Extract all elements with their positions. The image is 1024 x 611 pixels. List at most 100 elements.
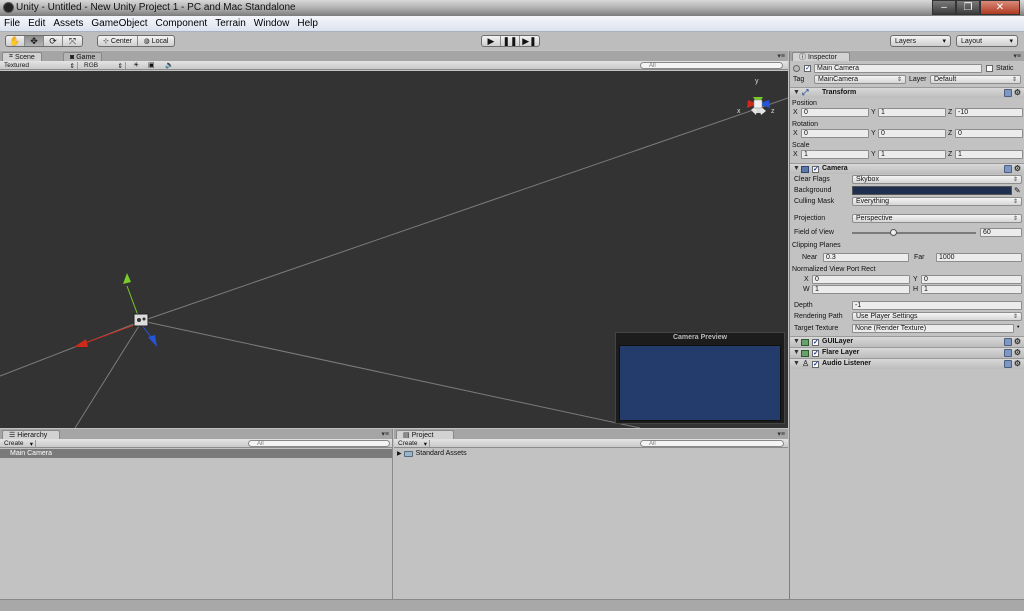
help-icon[interactable] [1003, 165, 1012, 173]
vp-x-field[interactable]: 0 [812, 275, 910, 284]
vp-w-field[interactable]: 1 [812, 285, 910, 294]
object-name-field[interactable]: Main Camera [814, 64, 982, 73]
rotation-y-field[interactable]: 0 [878, 129, 946, 138]
gear-icon[interactable]: ⚙ [1014, 349, 1021, 357]
expand-arrow-icon[interactable]: ▼ [793, 89, 800, 96]
menu-edit[interactable]: Edit [24, 18, 49, 29]
camera-enabled-checkbox[interactable]: ✓ [812, 166, 819, 173]
flare-layer-enabled-checkbox[interactable]: ✓ [812, 350, 819, 357]
scene-search-input[interactable]: All [640, 62, 783, 69]
draw-mode-dropdown[interactable]: Textured ⇕ [2, 62, 78, 70]
pivot-local-button[interactable]: ◍ Local [138, 36, 174, 46]
gear-icon[interactable]: ⚙ [1014, 89, 1021, 97]
expand-arrow-icon[interactable]: ▼ [793, 349, 800, 356]
eyedropper-icon[interactable]: ✎ [1014, 186, 1021, 195]
maximize-button[interactable]: ❐ [956, 0, 980, 15]
tab-scene[interactable]: ⌗ Scene [2, 52, 42, 61]
move-tool-button[interactable]: ✥ [25, 36, 44, 46]
scale-z-field[interactable]: 1 [955, 150, 1023, 159]
vp-y-field[interactable]: 0 [921, 275, 1022, 284]
position-x-field[interactable]: 0 [801, 108, 869, 117]
projection-dropdown[interactable]: Perspective [852, 214, 1022, 223]
close-button[interactable]: ✕ [980, 0, 1020, 15]
transform-component-header[interactable]: ▼ ⤢ Transform ⚙ [790, 87, 1024, 98]
gizmo-x-handle[interactable] [74, 339, 88, 347]
rotation-x-field[interactable]: 0 [801, 129, 869, 138]
pause-button[interactable]: ❚❚ [501, 36, 520, 46]
guilayer-enabled-checkbox[interactable]: ✓ [812, 339, 819, 346]
project-search-input[interactable]: All [640, 440, 784, 447]
fov-slider-track[interactable] [852, 232, 976, 234]
tab-game[interactable]: ◙ Game [63, 52, 103, 61]
object-picker-icon[interactable]: • [1017, 324, 1019, 331]
rendering-path-dropdown[interactable]: Use Player Settings [852, 312, 1022, 321]
gear-icon[interactable]: ⚙ [1014, 165, 1021, 173]
background-color-swatch[interactable] [852, 186, 1012, 195]
help-icon[interactable] [1003, 349, 1012, 357]
tab-inspector[interactable]: ⓘ Inspector [792, 52, 850, 61]
fov-field[interactable]: 60 [980, 228, 1022, 237]
hand-tool-button[interactable]: ✋ [6, 36, 25, 46]
project-create-dropdown[interactable]: Create ▾ [396, 440, 430, 448]
audio-icon[interactable]: 🔈 [165, 61, 174, 69]
panel-menu-icon[interactable]: ▾≡ [777, 52, 785, 60]
scene-orientation-gizmo[interactable]: y x z [737, 78, 775, 115]
depth-field[interactable]: -1 [852, 301, 1022, 310]
audio-listener-enabled-checkbox[interactable]: ✓ [812, 361, 819, 368]
help-icon[interactable] [1003, 360, 1012, 368]
menu-window[interactable]: Window [250, 18, 294, 29]
camera-component-header[interactable]: ▼ ✓ Camera ⚙ [790, 163, 1024, 174]
menu-assets[interactable]: Assets [49, 18, 87, 29]
position-z-field[interactable]: -10 [955, 108, 1023, 117]
hierarchy-create-dropdown[interactable]: Create ▾ [2, 440, 36, 448]
render-mode-dropdown[interactable]: RGB ⇕ [82, 62, 126, 70]
gear-icon[interactable]: ⚙ [1014, 360, 1021, 368]
layer-dropdown[interactable]: Default [930, 75, 1021, 84]
menu-component[interactable]: Component [152, 18, 212, 29]
expand-arrow-icon[interactable]: ▶ [397, 450, 402, 457]
gizmo-z-handle[interactable] [148, 335, 157, 347]
audio-listener-component-header[interactable]: ▼ ♙ ✓ Audio Listener ⚙ [790, 358, 1024, 369]
orientation-center-cube[interactable] [753, 99, 763, 109]
scale-x-field[interactable]: 1 [801, 150, 869, 159]
expand-arrow-icon[interactable]: ▼ [793, 360, 800, 367]
fov-slider-knob[interactable] [889, 229, 897, 236]
vp-h-field[interactable]: 1 [921, 285, 1022, 294]
expand-arrow-icon[interactable]: ▼ [793, 165, 800, 172]
list-item[interactable]: ▶ Standard Assets [394, 449, 788, 458]
gizmo-y-handle[interactable] [123, 273, 131, 284]
near-field[interactable]: 0.3 [823, 253, 909, 262]
static-checkbox[interactable] [986, 65, 993, 72]
rotation-z-field[interactable]: 0 [955, 129, 1023, 138]
help-icon[interactable] [1003, 89, 1012, 97]
panel-menu-icon[interactable]: ▾≡ [381, 430, 389, 438]
culling-mask-dropdown[interactable]: Everything [852, 197, 1022, 206]
scale-tool-button[interactable]: ⤧ [63, 36, 82, 46]
tab-hierarchy[interactable]: ☰ Hierarchy [2, 430, 60, 439]
panel-menu-icon[interactable]: ▾≡ [777, 430, 785, 438]
gear-icon[interactable]: ⚙ [1014, 338, 1021, 346]
play-button[interactable]: ▶ [482, 36, 501, 46]
tab-project[interactable]: ▤ Project [396, 430, 454, 439]
layout-dropdown[interactable]: Layout ▾ [956, 35, 1018, 47]
scene-lighting-icon[interactable]: ☀ [133, 61, 139, 69]
guilayer-component-header[interactable]: ▼ ✓ GUILayer ⚙ [790, 336, 1024, 347]
scene-fx-icon[interactable]: ▣ [148, 61, 155, 69]
menu-terrain[interactable]: Terrain [211, 18, 250, 29]
step-button[interactable]: ▶❚ [520, 36, 539, 46]
panel-menu-icon[interactable]: ▾≡ [1013, 52, 1021, 60]
list-item[interactable]: Main Camera [0, 449, 392, 458]
expand-arrow-icon[interactable]: ▼ [793, 338, 800, 345]
menu-file[interactable]: File [0, 18, 24, 29]
layers-dropdown[interactable]: Layers ▾ [890, 35, 951, 47]
position-y-field[interactable]: 1 [878, 108, 946, 117]
clear-flags-dropdown[interactable]: Skybox [852, 175, 1022, 184]
tag-dropdown[interactable]: MainCamera [814, 75, 906, 84]
hierarchy-search-input[interactable]: All [248, 440, 390, 447]
menu-help[interactable]: Help [293, 18, 322, 29]
minimize-button[interactable]: – [932, 0, 956, 15]
active-checkbox[interactable]: ✓ [804, 65, 811, 72]
pivot-center-button[interactable]: ⊹ Center [98, 36, 138, 46]
menu-gameobject[interactable]: GameObject [87, 18, 151, 29]
rotate-tool-button[interactable]: ⟳ [44, 36, 63, 46]
